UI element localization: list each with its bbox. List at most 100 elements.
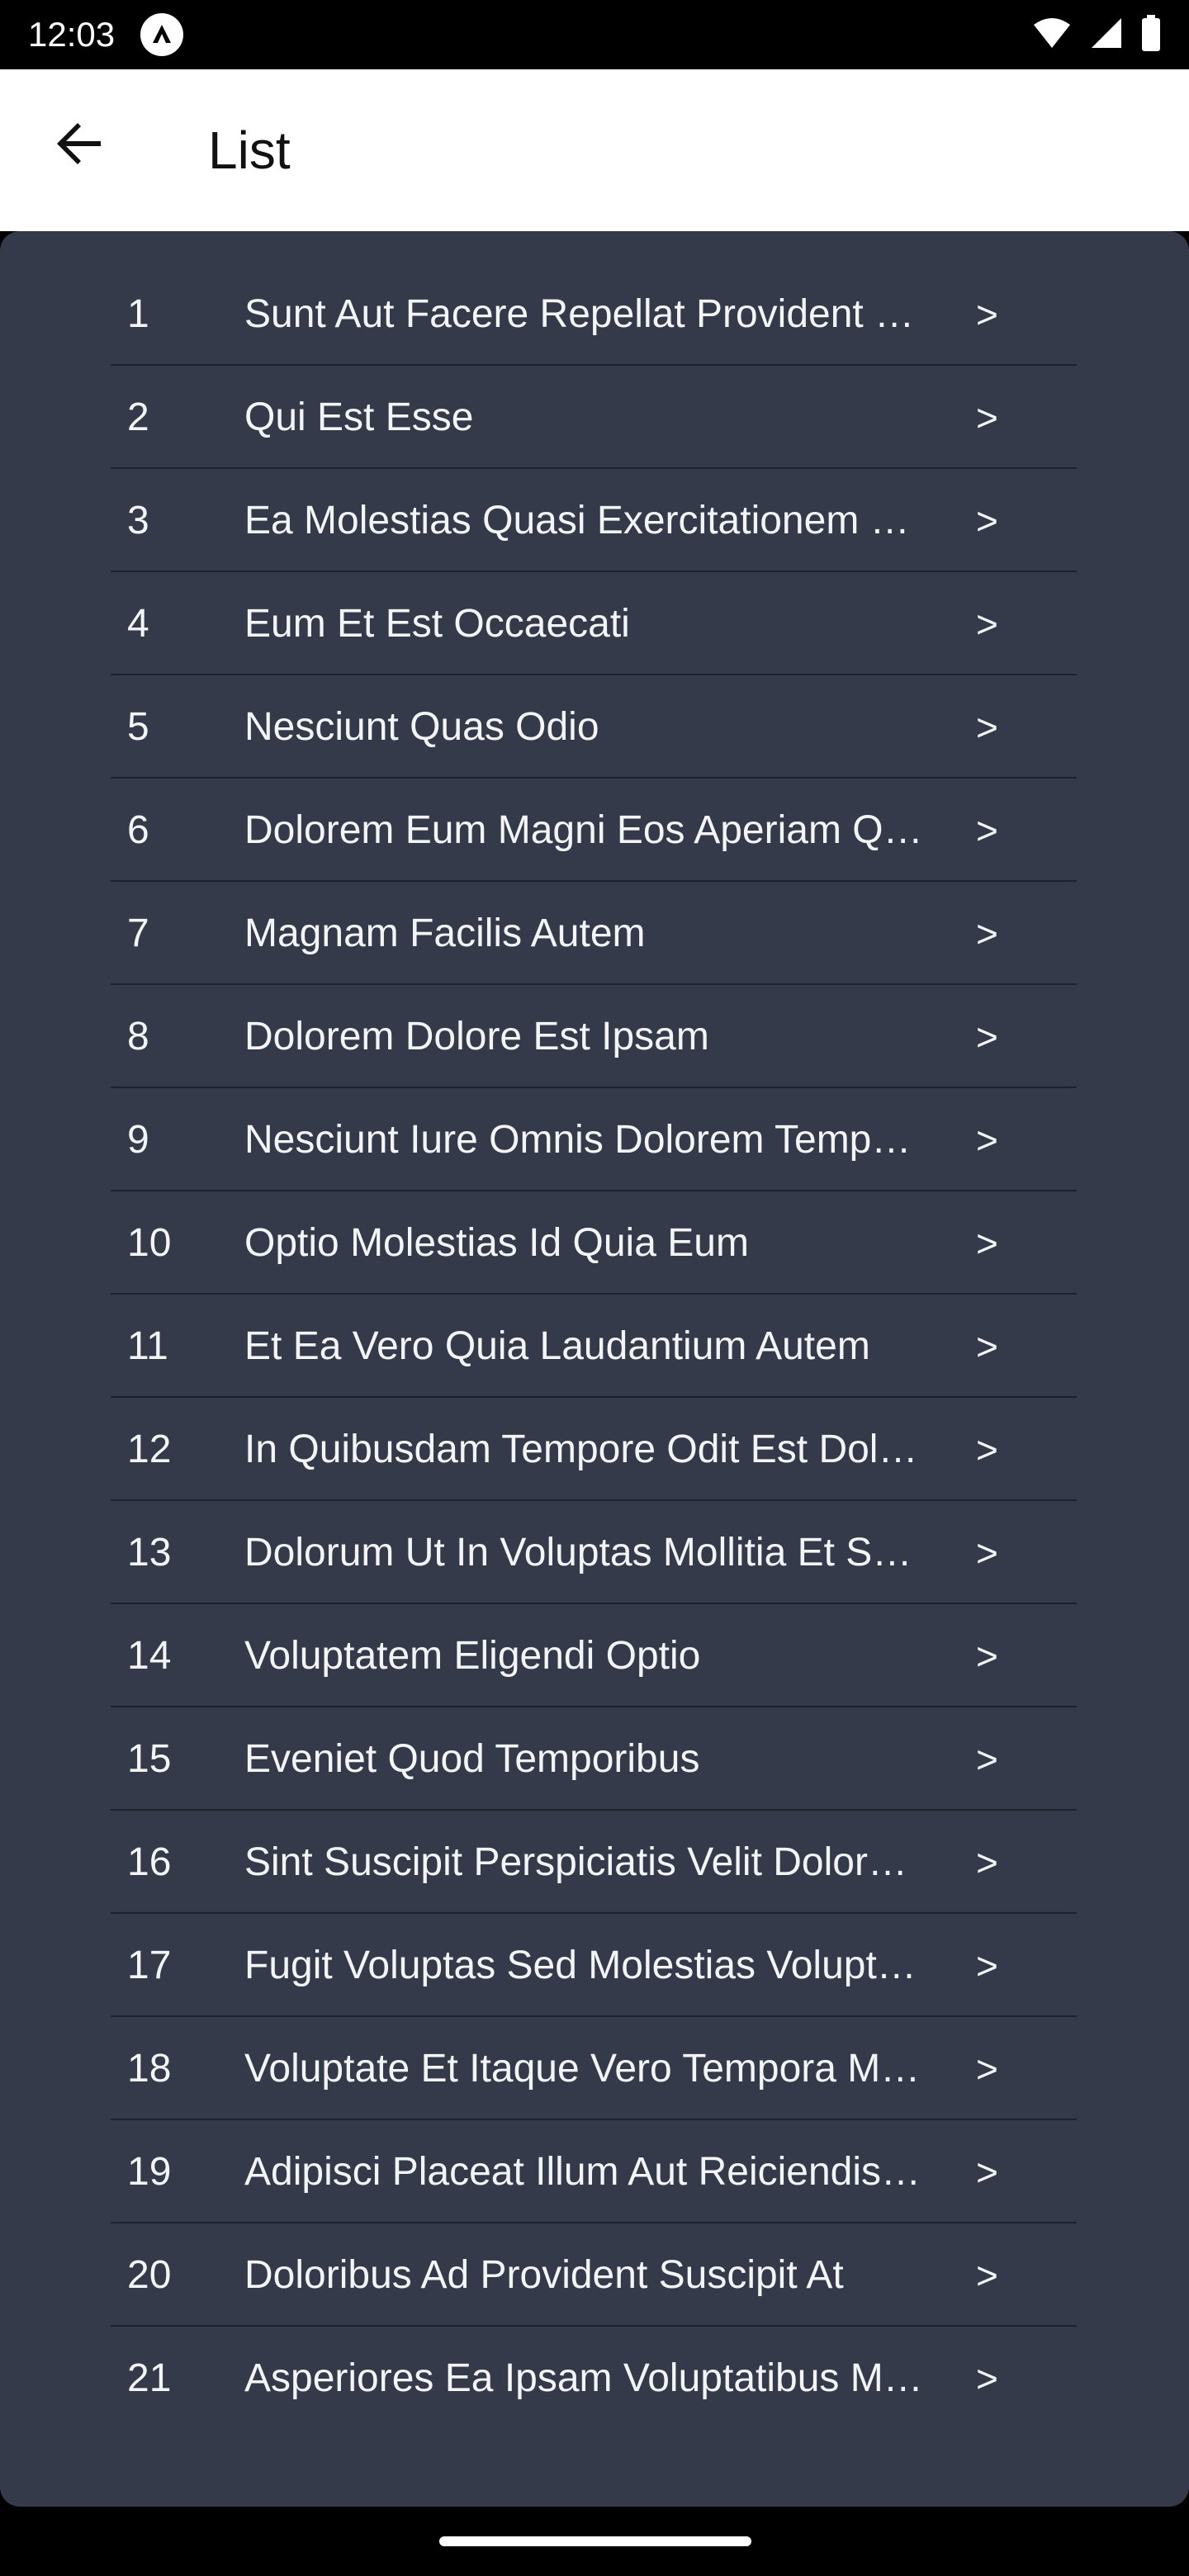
list-item[interactable]: 6 Dolorem Eum Magni Eos Aperiam Quia >: [111, 779, 1077, 882]
chevron-right-icon: >: [976, 1944, 998, 1987]
chevron-right-icon: >: [976, 1015, 998, 1058]
list-item[interactable]: 15 Eveniet Quod Temporibus >: [111, 1707, 1077, 1811]
chevron-right-icon: >: [976, 1221, 998, 1265]
page-title: List: [208, 121, 291, 180]
chevron-right-icon: >: [976, 1634, 998, 1678]
chevron-right-icon: >: [976, 2356, 998, 2400]
item-title-cell: Dolorem Dolore Est Ipsam: [244, 985, 1059, 1088]
list-item[interactable]: 3 Ea Molestias Quasi Exercitationem Repel…: [111, 469, 1077, 572]
status-icons: [1032, 12, 1161, 58]
item-number: 9: [127, 1118, 149, 1162]
item-title: Eveniet Quod Temporibus: [244, 1737, 700, 1781]
list-item[interactable]: 2 Qui Est Esse >: [111, 366, 1077, 469]
item-title: Nesciunt Quas Odio: [244, 705, 599, 749]
item-title-cell: Eveniet Quod Temporibus: [244, 1707, 1059, 1811]
list-item[interactable]: 5 Nesciunt Quas Odio >: [111, 675, 1077, 779]
item-number: 21: [127, 2356, 172, 2400]
item-title: Dolorum Ut In Voluptas Mollitia Et Saepe…: [244, 1531, 926, 1574]
chevron-right-icon: >: [976, 602, 998, 646]
list-item[interactable]: 17 Fugit Voluptas Sed Molestias Voluptate…: [111, 1914, 1077, 2017]
item-number: 5: [127, 705, 149, 749]
chevron-right-icon: >: [976, 1737, 998, 1781]
list-item[interactable]: 21 Asperiores Ea Ipsam Voluptatibus Modi …: [111, 2327, 1077, 2430]
item-title: Fugit Voluptas Sed Molestias Voluptatem …: [244, 1944, 926, 1987]
item-title-cell: Sunt Aut Facere Repellat Provident Occae…: [244, 263, 1059, 366]
item-title: Ea Molestias Quasi Exercitationem Repell…: [244, 499, 926, 542]
list-item[interactable]: 8 Dolorem Dolore Est Ipsam >: [111, 985, 1077, 1088]
chevron-right-icon: >: [976, 1118, 998, 1162]
item-title: Adipisci Placeat Illum Aut Reiciendis Qu…: [244, 2150, 926, 2194]
item-title: Magnam Facilis Autem: [244, 912, 646, 955]
item-number: 13: [127, 1531, 172, 1574]
item-title-cell: Adipisci Placeat Illum Aut Reiciendis Qu…: [244, 2120, 1059, 2223]
item-number: 11: [127, 1324, 168, 1368]
chevron-right-icon: >: [976, 912, 998, 955]
chevron-right-icon: >: [976, 395, 998, 439]
item-number: 14: [127, 1634, 172, 1678]
item-number: 20: [127, 2253, 172, 2297]
item-title-cell: Nesciunt Quas Odio: [244, 675, 1059, 779]
list-item[interactable]: 9 Nesciunt Iure Omnis Dolorem Tempora Et …: [111, 1088, 1077, 1191]
item-title: Dolorem Eum Magni Eos Aperiam Quia: [244, 808, 926, 852]
item-title-cell: Ea Molestias Quasi Exercitationem Repell…: [244, 469, 1059, 572]
item-number: 1: [127, 292, 149, 336]
status-time: 12:03: [28, 15, 116, 54]
item-title-cell: Magnam Facilis Autem: [244, 882, 1059, 985]
list-item[interactable]: 18 Voluptate Et Itaque Vero Tempora Moles…: [111, 2017, 1077, 2120]
item-title: Doloribus Ad Provident Suscipit At: [244, 2253, 844, 2297]
item-list: 1 Sunt Aut Facere Repellat Provident Occa…: [111, 263, 1077, 2430]
list-item[interactable]: 1 Sunt Aut Facere Repellat Provident Occa…: [111, 263, 1077, 366]
list-item[interactable]: 20 Doloribus Ad Provident Suscipit At >: [111, 2223, 1077, 2327]
back-button[interactable]: [36, 102, 122, 188]
item-number: 12: [127, 1428, 172, 1471]
home-gesture-handle[interactable]: [439, 2536, 751, 2546]
chevron-right-icon: >: [976, 499, 998, 542]
chevron-right-icon: >: [976, 1840, 998, 1884]
item-title-cell: Sint Suscipit Perspiciatis Velit Dolorum…: [244, 1811, 1059, 1914]
item-title: Dolorem Dolore Est Ipsam: [244, 1015, 709, 1058]
item-title: Voluptatem Eligendi Optio: [244, 1634, 701, 1678]
item-title: Voluptate Et Itaque Vero Tempora Molesti…: [244, 2047, 926, 2091]
item-number: 3: [127, 499, 149, 542]
list-panel: 1 Sunt Aut Facere Repellat Provident Occa…: [0, 231, 1189, 2507]
arrow-left-icon: [53, 117, 106, 174]
chevron-right-icon: >: [976, 2150, 998, 2194]
app-notification-icon: [139, 12, 185, 58]
item-title-cell: Eum Et Est Occaecati: [244, 572, 1059, 675]
list-item[interactable]: 12 In Quibusdam Tempore Odit Est Dolorem >: [111, 1398, 1077, 1501]
item-title-cell: Optio Molestias Id Quia Eum: [244, 1191, 1059, 1295]
item-number: 17: [127, 1944, 172, 1987]
chevron-right-icon: >: [976, 1531, 998, 1574]
status-bar: 12:03: [0, 0, 1189, 69]
item-title-cell: Dolorem Eum Magni Eos Aperiam Quia: [244, 779, 1059, 882]
list-item[interactable]: 11 Et Ea Vero Quia Laudantium Autem >: [111, 1295, 1077, 1398]
chevron-right-icon: >: [976, 1324, 998, 1368]
battery-icon: [1141, 14, 1161, 55]
chevron-right-icon: >: [976, 2253, 998, 2297]
chevron-right-icon: >: [976, 2047, 998, 2091]
item-title-cell: Dolorum Ut In Voluptas Mollitia Et Saepe…: [244, 1501, 1059, 1604]
list-item[interactable]: 16 Sint Suscipit Perspiciatis Velit Dolor…: [111, 1811, 1077, 1914]
item-number: 10: [127, 1221, 172, 1265]
item-title: Nesciunt Iure Omnis Dolorem Tempora Et A…: [244, 1118, 926, 1162]
item-title-cell: Fugit Voluptas Sed Molestias Voluptatem …: [244, 1914, 1059, 2017]
list-item[interactable]: 4 Eum Et Est Occaecati >: [111, 572, 1077, 675]
list-item[interactable]: 7 Magnam Facilis Autem >: [111, 882, 1077, 985]
wifi-icon: [1032, 17, 1072, 54]
list-item[interactable]: 14 Voluptatem Eligendi Optio >: [111, 1604, 1077, 1707]
item-title-cell: Qui Est Esse: [244, 366, 1059, 469]
chevron-right-icon: >: [976, 808, 998, 852]
item-title-cell: In Quibusdam Tempore Odit Est Dolorem: [244, 1398, 1059, 1501]
chevron-right-icon: >: [976, 1428, 998, 1471]
list-item[interactable]: 19 Adipisci Placeat Illum Aut Reiciendis …: [111, 2120, 1077, 2223]
item-title-cell: Voluptate Et Itaque Vero Tempora Molesti…: [244, 2017, 1059, 2120]
item-title: Asperiores Ea Ipsam Voluptatibus Modi Mi…: [244, 2356, 926, 2400]
list-item[interactable]: 10 Optio Molestias Id Quia Eum >: [111, 1191, 1077, 1295]
item-title: Et Ea Vero Quia Laudantium Autem: [244, 1324, 870, 1368]
item-title-cell: Et Ea Vero Quia Laudantium Autem: [244, 1295, 1059, 1398]
item-number: 16: [127, 1840, 172, 1884]
item-title-cell: Asperiores Ea Ipsam Voluptatibus Modi Mi…: [244, 2327, 1059, 2430]
list-item[interactable]: 13 Dolorum Ut In Voluptas Mollitia Et Sae…: [111, 1501, 1077, 1604]
item-title: In Quibusdam Tempore Odit Est Dolorem: [244, 1428, 926, 1471]
item-title: Qui Est Esse: [244, 395, 474, 439]
